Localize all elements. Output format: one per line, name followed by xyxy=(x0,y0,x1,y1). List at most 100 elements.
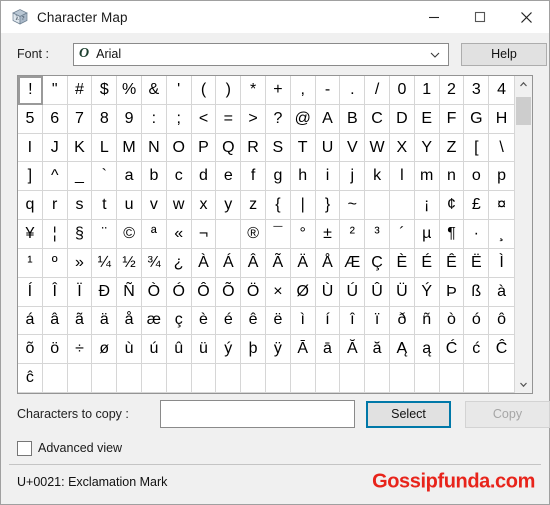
character-cell[interactable]: 3 xyxy=(464,76,490,105)
character-cell[interactable]: º xyxy=(42,248,68,278)
character-cell[interactable]: S xyxy=(265,133,291,163)
character-cell[interactable] xyxy=(365,191,390,221)
character-cell[interactable]: Ą xyxy=(389,335,415,365)
character-cell[interactable]: Õ xyxy=(216,277,242,307)
character-cell[interactable]: ® xyxy=(241,220,266,249)
character-cell[interactable]: ß xyxy=(464,277,490,307)
character-cell[interactable]: Ù xyxy=(315,277,341,307)
characters-to-copy-input[interactable] xyxy=(160,400,355,428)
character-cell[interactable]: : xyxy=(141,104,167,134)
character-cell[interactable]: % xyxy=(117,76,142,105)
character-cell[interactable]: í xyxy=(315,306,341,336)
character-cell[interactable]: Â xyxy=(241,248,266,278)
help-button[interactable]: Help xyxy=(461,42,547,66)
character-cell[interactable]: + xyxy=(265,76,291,105)
character-cell[interactable]: ý xyxy=(216,335,242,365)
character-cell[interactable]: l xyxy=(389,162,415,192)
scroll-up-button[interactable] xyxy=(515,76,532,93)
character-cell[interactable]: ¤ xyxy=(489,191,514,221)
character-cell[interactable]: { xyxy=(265,191,291,221)
character-cell[interactable]: L xyxy=(92,133,118,163)
character-cell[interactable]: · xyxy=(464,220,490,249)
character-cell[interactable]: Ç xyxy=(365,248,390,278)
character-cell[interactable]: V xyxy=(340,133,366,163)
maximize-button[interactable] xyxy=(457,1,503,33)
character-cell[interactable]: × xyxy=(265,277,291,307)
character-cell[interactable] xyxy=(365,364,390,393)
character-cell[interactable]: 8 xyxy=(92,104,118,134)
character-cell[interactable]: ¯ xyxy=(265,220,291,249)
character-cell[interactable]: u xyxy=(117,191,142,221)
character-cell[interactable]: È xyxy=(389,248,415,278)
character-cell[interactable]: v xyxy=(141,191,167,221)
character-cell[interactable]: ¨ xyxy=(92,220,118,249)
character-cell[interactable]: b xyxy=(141,162,167,192)
character-cell[interactable]: c xyxy=(166,162,192,192)
character-cell[interactable]: Y xyxy=(414,133,440,163)
character-cell[interactable]: Ï xyxy=(67,277,93,307)
character-cell[interactable]: » xyxy=(67,248,93,278)
character-cell[interactable]: ¶ xyxy=(439,220,465,249)
character-cell[interactable]: 1 xyxy=(414,76,440,105)
character-cell[interactable]: O xyxy=(166,133,192,163)
character-cell[interactable]: y xyxy=(216,191,242,221)
font-combobox[interactable]: O Arial xyxy=(73,42,449,66)
character-cell[interactable]: ö xyxy=(42,335,68,365)
character-cell[interactable] xyxy=(290,364,316,393)
character-cell[interactable]: > xyxy=(241,104,266,134)
character-cell[interactable]: - xyxy=(315,76,341,105)
character-cell[interactable]: N xyxy=(141,133,167,163)
character-cell[interactable]: Î xyxy=(42,277,68,307)
character-cell[interactable]: â xyxy=(42,306,68,336)
character-cell[interactable]: à xyxy=(489,277,514,307)
character-cell[interactable] xyxy=(42,364,68,393)
character-cell-selected[interactable]: ! xyxy=(18,76,43,105)
character-cell[interactable]: ù xyxy=(117,335,142,365)
character-cell[interactable]: ð xyxy=(389,306,415,336)
character-cell[interactable]: î xyxy=(340,306,366,336)
character-cell[interactable]: _ xyxy=(67,162,93,192)
select-button[interactable]: Select xyxy=(366,400,451,428)
character-cell[interactable]: å xyxy=(117,306,142,336)
character-cell[interactable]: ą xyxy=(414,335,440,365)
character-cell[interactable]: ¡ xyxy=(414,191,440,221)
character-cell[interactable]: è xyxy=(191,306,217,336)
character-cell[interactable]: ò xyxy=(439,306,465,336)
character-cell[interactable]: # xyxy=(67,76,93,105)
character-cell[interactable]: r xyxy=(42,191,68,221)
character-cell[interactable]: ê xyxy=(241,306,266,336)
character-cell[interactable]: ă xyxy=(365,335,390,365)
character-cell[interactable]: Ë xyxy=(464,248,490,278)
character-cell[interactable]: n xyxy=(439,162,465,192)
character-cell[interactable]: Ĉ xyxy=(489,335,514,365)
character-cell[interactable]: f xyxy=(241,162,266,192)
character-cell[interactable]: ì xyxy=(290,306,316,336)
character-cell[interactable]: þ xyxy=(241,335,266,365)
character-cell[interactable]: ( xyxy=(191,76,217,105)
character-cell[interactable]: T xyxy=(290,133,316,163)
character-cell[interactable]: ¬ xyxy=(191,220,217,249)
character-cell[interactable]: m xyxy=(414,162,440,192)
character-cell[interactable]: ? xyxy=(265,104,291,134)
character-cell[interactable]: ~ xyxy=(340,191,366,221)
character-cell[interactable]: Ü xyxy=(389,277,415,307)
character-cell[interactable]: Ø xyxy=(290,277,316,307)
character-cell[interactable]: Ã xyxy=(265,248,291,278)
character-cell[interactable] xyxy=(92,364,118,393)
character-cell[interactable] xyxy=(389,191,415,221)
character-cell[interactable]: µ xyxy=(414,220,440,249)
character-cell[interactable]: ; xyxy=(166,104,192,134)
character-cell[interactable]: | xyxy=(290,191,316,221)
character-cell[interactable]: . xyxy=(340,76,366,105)
character-cell[interactable]: 7 xyxy=(67,104,93,134)
character-cell[interactable]: s xyxy=(67,191,93,221)
character-cell[interactable]: d xyxy=(191,162,217,192)
character-cell[interactable]: £ xyxy=(464,191,490,221)
character-grid[interactable]: ! " # $% & '() * +, -./0 1 2 3 4 5 6 7 8 9:; < = >? @ A B C D E F G H… xyxy=(18,76,514,393)
character-cell[interactable]: M xyxy=(117,133,142,163)
character-cell[interactable] xyxy=(464,364,490,393)
character-cell[interactable]: ¥ xyxy=(18,220,43,249)
character-cell[interactable]: Ý xyxy=(414,277,440,307)
character-cell[interactable] xyxy=(166,364,192,393)
character-cell[interactable] xyxy=(216,364,242,393)
